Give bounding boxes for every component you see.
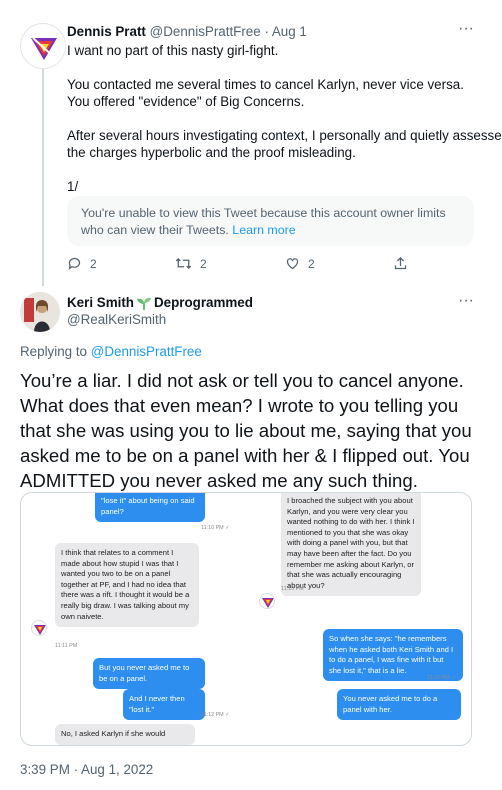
tweet-line: the charges hyperbolic and the proof mis…: [67, 145, 356, 160]
chat-bubble-received: I broached the subject with you about Ka…: [281, 493, 421, 597]
chat-bubble-sent: But you never asked me to be on a panel.: [93, 658, 205, 690]
logo-icon: [262, 598, 274, 608]
share-icon: [394, 256, 407, 270]
tweet-line: asked me to be on a panel with her & I f…: [20, 445, 470, 466]
chat-timestamp: 11:15 PM: [281, 586, 304, 592]
tweet-date[interactable]: · Aug 1: [264, 24, 306, 39]
profile-photo: [20, 292, 60, 332]
tweet-line: After several hours investigating contex…: [67, 128, 502, 143]
chat-bubble-sent: And I never then "lost it.": [123, 689, 205, 721]
tweet-line: ADMITTED you never asked me any such thi…: [20, 470, 418, 491]
reply-icon: [68, 257, 81, 270]
chat-bubble-sent: "lose it" about being on said panel?: [95, 493, 205, 523]
chat-timestamp: 11:10 PM ✓: [201, 525, 230, 531]
avatar[interactable]: [20, 292, 60, 332]
chat-timestamp: 11:11 PM: [55, 643, 78, 649]
chat-avatar: [259, 593, 275, 609]
tweet-text: You’re a liar. I did not ask or tell you…: [20, 368, 490, 493]
tweet-text: I want no part of this nasty girl-fight.…: [67, 42, 502, 195]
quoted-thread-tweet: Dennis Pratt @DennisPrattFree · Aug 1 ··…: [0, 0, 502, 286]
tweet-line: You’re a liar. I did not ask or tell you…: [20, 370, 464, 391]
tweet-line: that she was using you to lie about me, …: [20, 420, 472, 441]
name-suffix: Deprogrammed: [153, 295, 253, 310]
tweet-actions: 2 2 2: [67, 256, 467, 276]
chat-bubble-sent: You never asked me to do a panel with he…: [337, 689, 461, 721]
thread-connector-line: [42, 62, 44, 286]
author-handle[interactable]: @DennisPrattFree: [150, 24, 261, 39]
seedling-icon: [136, 297, 151, 310]
replying-prefix: Replying to: [20, 344, 87, 359]
chat-bubble-received: No, I asked Karlyn if she would: [55, 724, 195, 745]
like-count: 2: [308, 256, 315, 271]
chat-timestamp: 11:15 PM ✓: [427, 675, 456, 681]
more-icon[interactable]: ···: [458, 292, 474, 310]
replying-to-link[interactable]: @DennisPrattFree: [91, 344, 202, 359]
notice-line: who can view their Tweets.: [81, 223, 229, 237]
learn-more-link[interactable]: Learn more: [232, 223, 295, 237]
retweet-count: 2: [200, 256, 207, 271]
reply-button[interactable]: 2: [67, 256, 97, 271]
retweet-button[interactable]: 2: [175, 256, 207, 271]
logo-icon: [34, 625, 46, 635]
like-button[interactable]: 2: [285, 256, 315, 271]
attached-chat-image[interactable]: "lose it" about being on said panel? 11:…: [20, 492, 472, 746]
tweet-line: You offered "evidence" of Big Concerns.: [67, 94, 305, 109]
chat-bubble-sent: So when she says: "he remembers when he …: [323, 629, 463, 682]
chat-bubble-received: I think that relates to a comment I made…: [55, 543, 199, 628]
heart-icon: [286, 258, 299, 270]
author-name[interactable]: Dennis Pratt: [67, 24, 146, 39]
chat-timestamp: 11:12 PM ✓: [201, 712, 230, 718]
author-name[interactable]: Keri Smith: [67, 295, 134, 310]
tweet-line: You contacted me several times to cancel…: [67, 77, 464, 92]
retweet-icon: [175, 257, 192, 270]
author-handle[interactable]: @RealKeriSmith: [67, 312, 166, 327]
tweet-timestamp[interactable]: 3:39 PM · Aug 1, 2022: [20, 762, 153, 777]
more-icon[interactable]: ···: [458, 20, 474, 38]
logo-icon: [22, 25, 65, 68]
unavailable-tweet-notice: You're unable to view this Tweet because…: [67, 196, 474, 246]
tweet-line: What does that even mean? I wrote to you…: [20, 395, 459, 416]
share-button[interactable]: [393, 256, 408, 271]
notice-line: You're unable to view this Tweet because…: [81, 206, 446, 220]
avatar[interactable]: [20, 23, 66, 69]
tweet-line: I want no part of this nasty girl-fight.: [67, 43, 279, 58]
chat-avatar: [31, 620, 47, 636]
tweet-line: 1/: [67, 179, 79, 194]
replying-to: Replying to @DennisPrattFree: [20, 344, 202, 359]
reply-count: 2: [90, 256, 97, 271]
